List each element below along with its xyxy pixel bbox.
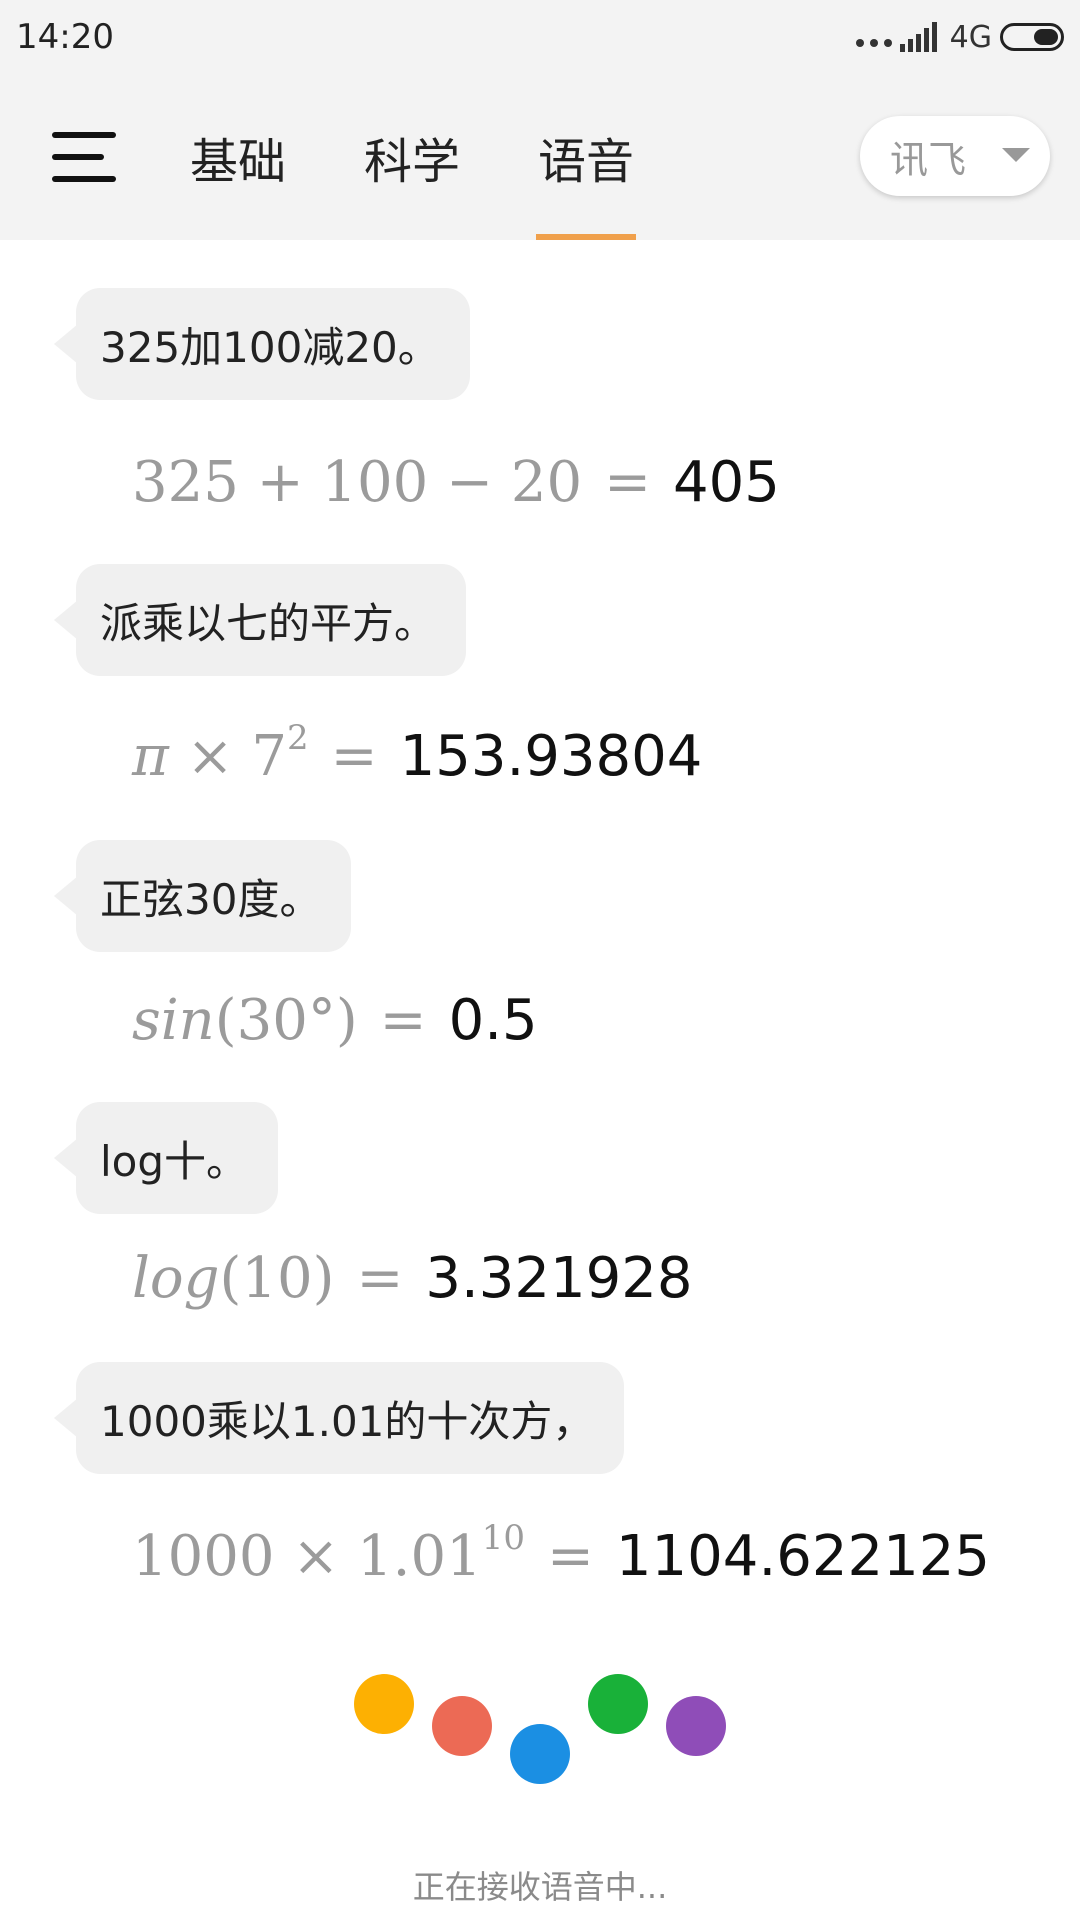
speech-bubble: 1000乘以1.01的十次方，: [53, 1362, 625, 1474]
calculation-result: π × 72 = 153.93804: [132, 721, 703, 789]
expression: 1000 × 1.0110: [132, 1521, 525, 1589]
calculation-result: log(10) = 3.321928: [132, 1246, 693, 1311]
voice-wave-dot: [666, 1696, 726, 1756]
tab-scientific[interactable]: 科学: [362, 74, 462, 240]
base: 1000 × 1.01: [132, 1524, 482, 1589]
mode-tabs: 基础 科学 语音: [188, 74, 710, 240]
equals-sign: =: [547, 1524, 594, 1589]
status-icons: 4G: [855, 19, 1064, 55]
function-name: sin: [132, 988, 215, 1053]
speech-bubble: 派乘以七的平方。: [53, 564, 467, 676]
speech-bubble: log十。: [53, 1102, 279, 1214]
voice-wave-dot: [588, 1674, 648, 1734]
voice-engine-dropdown[interactable]: 讯飞: [860, 116, 1050, 196]
voice-wave-dot: [432, 1696, 492, 1756]
voice-wave-dot: [354, 1674, 414, 1734]
calculation-result: sin(30°) = 0.5: [132, 988, 538, 1053]
answer: 0.5: [448, 988, 538, 1053]
expression: log(10): [132, 1246, 334, 1311]
equals-sign: =: [604, 450, 651, 515]
status-bar: 14:20 4G: [0, 0, 1080, 74]
more-notifications-icon: [855, 39, 892, 47]
speech-bubble: 325加100减20。: [54, 288, 470, 400]
tab-voice[interactable]: 语音: [536, 74, 636, 240]
app-bar: 基础 科学 语音 讯飞: [0, 74, 1080, 240]
exponent: 2: [287, 718, 309, 758]
voice-wave-dot: [510, 1724, 570, 1784]
base: 7: [251, 724, 287, 789]
exponent: 10: [481, 1518, 525, 1558]
calculation-result: 325 + 100 − 20 = 405: [132, 450, 780, 515]
equals-sign: =: [379, 988, 427, 1053]
answer: 1104.622125: [615, 1524, 991, 1589]
speech-bubble: 正弦30度。: [53, 840, 352, 952]
equals-sign: =: [330, 724, 378, 789]
pi-symbol: π: [132, 724, 169, 789]
status-time: 14:20: [16, 17, 114, 57]
calculation-result: 1000 × 1.0110 = 1104.622125: [132, 1521, 991, 1589]
listening-status: 正在接收语音中...: [412, 1868, 668, 1906]
hamburger-menu-icon[interactable]: [52, 132, 116, 184]
function-argument: (30°): [214, 988, 358, 1053]
function-name: log: [132, 1246, 220, 1311]
expression: sin(30°): [132, 988, 358, 1053]
answer: 153.93804: [399, 724, 703, 789]
chevron-down-icon: [1002, 148, 1030, 162]
answer: 405: [673, 450, 780, 515]
tab-basic[interactable]: 基础: [188, 74, 288, 240]
answer: 3.321928: [425, 1246, 693, 1311]
signal-icon: [899, 22, 937, 52]
expression: π × 72: [132, 721, 309, 789]
times-operator: ×: [186, 724, 234, 789]
equals-sign: =: [356, 1246, 404, 1311]
network-type: 4G: [949, 19, 992, 55]
function-argument: (10): [219, 1246, 335, 1311]
expression: 325 + 100 − 20: [132, 450, 583, 515]
voice-engine-value: 讯飞: [890, 137, 967, 182]
battery-icon: [1000, 23, 1064, 51]
